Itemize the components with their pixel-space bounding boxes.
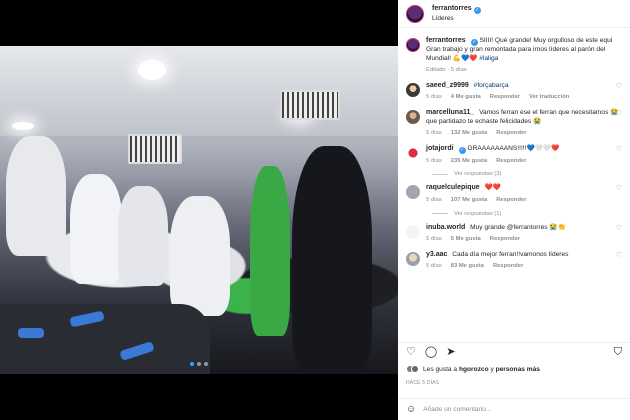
comment-like-icon[interactable]: ♡	[616, 82, 622, 90]
carousel-dot[interactable]	[197, 362, 201, 366]
caption: ferrantorres ✓ SIIII! Qué grande! Muy org…	[406, 37, 622, 75]
likes-prefix: Les gusta a	[423, 365, 458, 373]
author-avatar[interactable]	[406, 4, 424, 23]
comment-likes[interactable]: 4 Me gusta	[451, 93, 481, 102]
verified-icon: ✓	[470, 39, 478, 46]
photo-light	[138, 60, 166, 80]
commenter-avatar[interactable]	[406, 82, 420, 97]
photo-goalkeeper	[250, 166, 290, 336]
photo-player	[170, 196, 230, 316]
bookmark-icon[interactable]: ⛉	[614, 347, 622, 358]
comment-item: jotajordi ✓ GRAAAAAAANS!!!!!💙🤍🤍❤️ 5 días …	[406, 145, 622, 166]
commenter-avatar[interactable]	[406, 145, 420, 160]
commenter-username[interactable]: y3.aac	[426, 251, 447, 258]
comment-likes[interactable]: 132 Me gusta	[451, 129, 487, 138]
post-location[interactable]: Líderes	[432, 14, 481, 23]
comment-time[interactable]: 5 días	[426, 129, 442, 138]
view-replies-button[interactable]: Ver respuestas (1)	[432, 211, 622, 217]
comment-like-icon[interactable]: ♡	[616, 145, 622, 153]
photo-vent	[128, 134, 182, 164]
carousel-dot[interactable]	[190, 362, 194, 366]
comment-item: saeed_z9999 #forçabarça 5 días 4 Me gust…	[406, 82, 622, 102]
caption-hashtag[interactable]: #laliga	[479, 55, 498, 62]
carousel-dot[interactable]	[204, 362, 208, 366]
post-actions: ♡ ◯ ➤ ⛉	[398, 342, 630, 362]
comment-time[interactable]: 5 días	[426, 157, 442, 166]
verified-icon: ✓	[458, 146, 466, 154]
commenter-avatar[interactable]	[406, 224, 420, 239]
post-side-panel: ferrantorres ✓ Líderes ferrantorres ✓ SIII…	[398, 0, 630, 420]
reply-button[interactable]: Responder	[490, 235, 520, 244]
comment-like-icon[interactable]: ♡	[616, 251, 622, 259]
likes-join: y	[490, 365, 494, 373]
comment-likes[interactable]: 5 Me gusta	[451, 235, 481, 244]
photo-coach	[292, 146, 372, 374]
post-age[interactable]: HACE 5 DÍAS	[406, 380, 439, 386]
comment-text: Muy grande @ferrantorres 😭👏	[470, 223, 566, 231]
comment-like-icon[interactable]: ♡	[616, 224, 622, 232]
photo-vent	[280, 90, 340, 120]
view-replies-button[interactable]: Ver respuestas (3)	[432, 171, 622, 177]
likes-summary[interactable]: Les gusta a hgorozco y personas más	[406, 365, 540, 373]
caption-username[interactable]: ferrantorres	[426, 37, 466, 44]
verified-icon: ✓	[473, 7, 481, 14]
comment-text: Cada día mejor ferran!!vamonos líderes	[452, 250, 569, 258]
comment-input[interactable]	[423, 406, 594, 413]
add-comment-bar: ☺	[398, 398, 630, 420]
caption-meta: Editado · 5 días	[426, 67, 467, 74]
commenter-username[interactable]: marcelluna11_	[426, 109, 474, 116]
photo-table	[0, 304, 210, 374]
author-avatar[interactable]	[406, 38, 420, 52]
commenter-username[interactable]: jotajordi	[426, 145, 454, 152]
reply-button[interactable]: Responder	[490, 93, 520, 102]
smiley-icon[interactable]: ☺	[406, 404, 416, 415]
commenter-username[interactable]: inuba.world	[426, 224, 465, 231]
comment-icon[interactable]: ◯	[425, 347, 437, 358]
author-username[interactable]: ferrantorres	[432, 5, 472, 12]
comment-item: inuba.world Muy grande @ferrantorres 😭👏 …	[406, 224, 622, 244]
carousel-indicator	[190, 362, 208, 366]
send-icon[interactable]: ➤	[446, 347, 455, 358]
comment-likes[interactable]: 235 Me gusta	[451, 157, 487, 166]
post-photo[interactable]	[0, 46, 398, 374]
commenter-avatar[interactable]	[406, 185, 420, 200]
comment-item: y3.aac Cada día mejor ferran!!vamonos lí…	[406, 251, 622, 271]
comment-time[interactable]: 5 días	[426, 196, 442, 205]
photo-light	[12, 122, 34, 130]
comment-like-icon[interactable]: ♡	[616, 109, 622, 117]
likes-others[interactable]: personas más	[496, 366, 540, 373]
commenter-username[interactable]: saeed_z9999	[426, 82, 469, 89]
comment-time[interactable]: 5 días	[426, 93, 442, 102]
comment-hashtag[interactable]: #forçabarça	[474, 82, 509, 89]
reply-button[interactable]: Responder	[493, 262, 523, 271]
comment-text: GRAAAAAAANS!!!!!💙🤍🤍❤️	[467, 144, 560, 152]
post-header: ferrantorres ✓ Líderes	[398, 0, 630, 28]
reply-button[interactable]: Responder	[496, 129, 526, 138]
comment-item: marcelluna11_ Vamos ferran ese el ferran…	[406, 109, 622, 138]
comment-likes[interactable]: 107 Me gusta	[451, 196, 487, 205]
commenter-avatar[interactable]	[406, 109, 420, 124]
comments-list: ferrantorres ✓ SIIII! Qué grande! Muy org…	[398, 30, 630, 340]
photo-player	[6, 136, 66, 256]
commenter-username[interactable]: raquelculepique	[426, 184, 480, 191]
liker-username[interactable]: hgorozco	[459, 366, 489, 373]
comment-text: ❤️❤️	[484, 184, 501, 192]
liker-avatar	[411, 365, 419, 373]
comment-like-icon[interactable]: ♡	[616, 184, 622, 192]
comment-time[interactable]: 5 días	[426, 235, 442, 244]
commenter-avatar[interactable]	[406, 251, 420, 266]
post-media-panel	[0, 0, 398, 420]
heart-icon[interactable]: ♡	[406, 347, 416, 358]
photo-player	[118, 186, 168, 286]
comment-likes[interactable]: 83 Me gusta	[451, 262, 484, 271]
photo-bottle	[18, 328, 44, 338]
comment-item: raquelculepique ❤️❤️ 5 días 107 Me gusta…	[406, 184, 622, 204]
photo-player	[70, 174, 122, 284]
reply-button[interactable]: Responder	[496, 157, 526, 166]
reply-button[interactable]: Responder	[496, 196, 526, 205]
comment-time[interactable]: 5 días	[426, 262, 442, 271]
translate-button[interactable]: Ver traducción	[529, 93, 569, 102]
